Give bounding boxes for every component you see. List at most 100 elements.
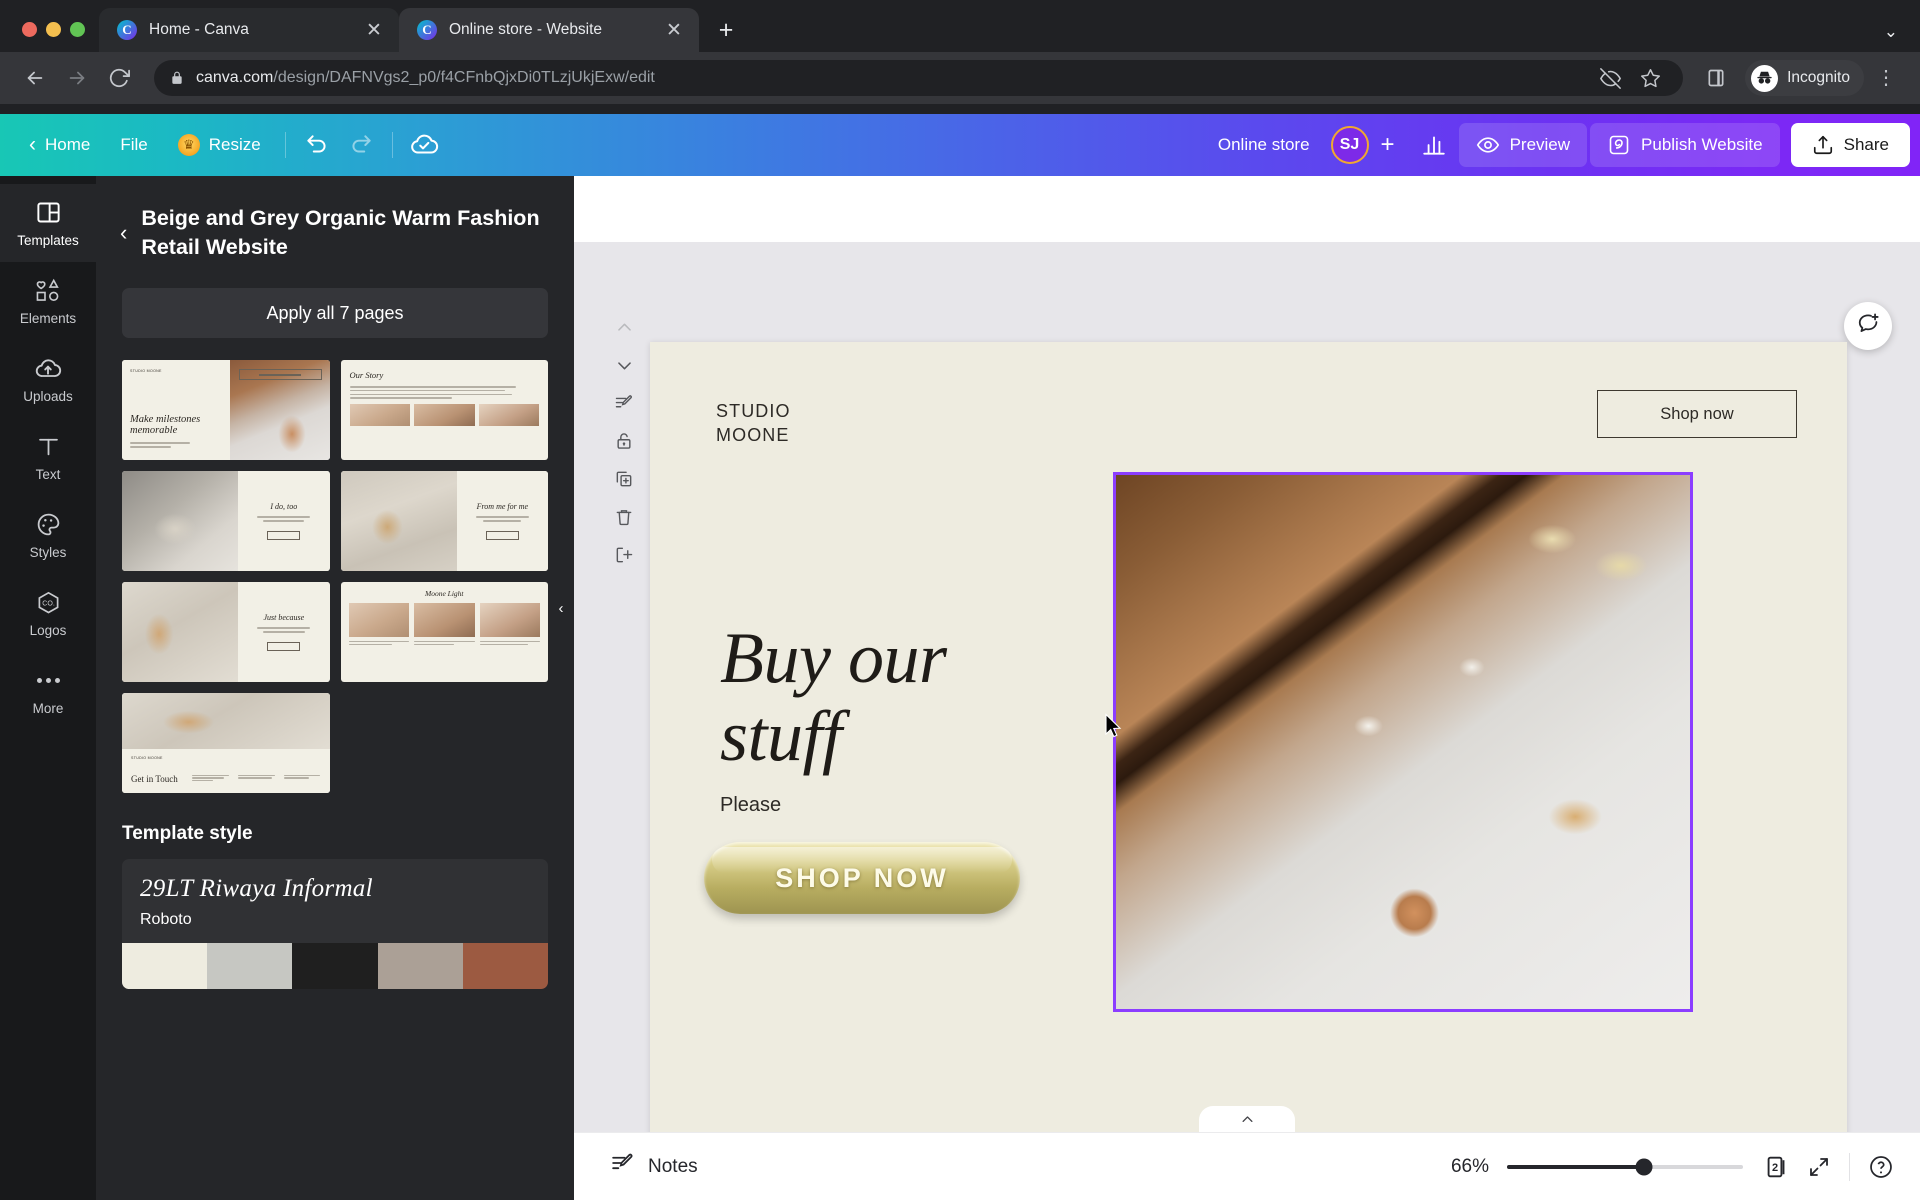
template-thumbnail-i-do-too[interactable]: I do, too <box>122 471 330 572</box>
color-swatch[interactable] <box>292 943 378 990</box>
design-page[interactable]: STUDIO MOONE Shop now Buy our stuff Plea… <box>650 342 1847 1152</box>
header-divider <box>284 132 286 158</box>
sidebar-item-more[interactable]: More <box>0 652 96 730</box>
sidebar-item-uploads[interactable]: Uploads <box>0 340 96 418</box>
thumb-heading: Our Story <box>349 370 384 381</box>
resize-label: Resize <box>208 135 261 154</box>
sidebar-item-text[interactable]: Text <box>0 418 96 496</box>
sidebar-item-logos[interactable]: CO. Logos <box>0 574 96 652</box>
uploads-icon <box>34 355 62 383</box>
invite-members-button[interactable]: + <box>1377 133 1399 157</box>
help-button[interactable] <box>1868 1154 1894 1180</box>
add-page-icon[interactable] <box>604 536 644 574</box>
reload-button[interactable] <box>100 59 138 97</box>
thumb-face <box>479 603 540 647</box>
close-window-button[interactable] <box>22 22 37 37</box>
side-panel-icon[interactable] <box>1699 61 1733 95</box>
preview-button[interactable]: Preview <box>1458 123 1588 167</box>
sidebar-item-templates[interactable]: Templates <box>0 184 96 262</box>
notes-label: Notes <box>648 1155 698 1177</box>
zoom-slider[interactable] <box>1507 1158 1743 1175</box>
page-shop-now-outline-button[interactable]: Shop now <box>1597 390 1797 438</box>
tracking-protection-icon[interactable] <box>1593 61 1627 95</box>
fullscreen-button[interactable] <box>1807 1155 1831 1179</box>
new-tab-button[interactable]: + <box>709 13 743 47</box>
color-swatch[interactable] <box>207 943 293 990</box>
add-comment-button[interactable] <box>1844 302 1892 350</box>
selected-image-frame[interactable] <box>1105 472 1693 1012</box>
zoom-slider-fill <box>1507 1164 1644 1169</box>
color-swatch[interactable] <box>122 943 208 990</box>
forward-button[interactable] <box>58 59 96 97</box>
template-thumbnail-just-because[interactable]: Just because <box>122 582 330 683</box>
design-canvas[interactable]: STUDIO MOONE Shop now Buy our stuff Plea… <box>574 242 1920 1152</box>
template-thumbnail-get-in-touch[interactable]: STUDIO MOONE Get in Touch <box>122 693 330 794</box>
file-menu-button[interactable]: File <box>105 124 162 166</box>
back-button[interactable] <box>16 59 54 97</box>
close-tab-icon[interactable]: ✕ <box>663 19 685 41</box>
thumb-heading: From me for me <box>476 502 529 512</box>
page-count-label: 2 <box>1771 1161 1779 1174</box>
scroll-to-top-tab[interactable] <box>1199 1106 1295 1132</box>
page-notes-icon[interactable] <box>604 384 644 422</box>
color-swatch[interactable] <box>462 943 548 990</box>
sidebar-item-styles[interactable]: Styles <box>0 496 96 574</box>
page-shop-now-cta-button[interactable]: SHOP NOW <box>704 842 1020 914</box>
duplicate-page-icon[interactable] <box>604 460 644 498</box>
close-tab-icon[interactable]: ✕ <box>363 19 385 41</box>
bottom-bar-divider <box>1849 1152 1850 1181</box>
tab-list-chevron-down-icon[interactable]: ⌄ <box>1884 22 1898 42</box>
page-headline[interactable]: Buy our stuff <box>720 619 947 776</box>
thumb-face <box>348 603 409 647</box>
template-style-card[interactable]: 29LT Riwaya Informal Roboto <box>122 859 548 944</box>
scroll-down-icon[interactable] <box>604 346 644 384</box>
thumb-text-pane: Just because <box>238 582 330 683</box>
browser-tab-home-canva[interactable]: C Home - Canva ✕ <box>99 8 399 52</box>
panel-header: ‹ Beige and Grey Organic Warm Fashion Re… <box>96 176 574 270</box>
delete-page-icon[interactable] <box>604 498 644 536</box>
sidebar-item-label: Logos <box>29 622 67 638</box>
sidebar-item-label: Elements <box>19 310 77 326</box>
undo-button[interactable] <box>295 124 339 166</box>
text-icon <box>35 433 62 461</box>
omnibox-actions <box>1593 61 1667 95</box>
maximize-window-button[interactable] <box>70 22 85 37</box>
share-upload-icon <box>1813 135 1832 155</box>
template-thumbnail-moone-light[interactable]: Moone Light <box>340 582 548 683</box>
collapse-panel-handle[interactable]: ‹ <box>548 538 574 678</box>
redo-button[interactable] <box>339 124 383 166</box>
lock-icon[interactable] <box>604 422 644 460</box>
page-subtext[interactable]: Please <box>720 794 781 817</box>
document-name[interactable]: Online store <box>1204 135 1324 155</box>
template-thumbnail-our-story[interactable]: Our Story <box>340 360 548 461</box>
sidebar-item-elements[interactable]: Elements <box>0 262 96 340</box>
panel-back-chevron-icon[interactable]: ‹ <box>120 204 127 244</box>
sidebar-item-label: Templates <box>17 232 79 248</box>
minimize-window-button[interactable] <box>46 22 61 37</box>
sidebar-item-label: More <box>32 700 64 716</box>
apply-all-pages-button[interactable]: Apply all 7 pages <box>122 288 548 339</box>
browser-menu-kebab-icon[interactable]: ⋮ <box>1868 68 1904 88</box>
incognito-avatar-icon <box>1751 64 1779 92</box>
share-button[interactable]: Share <box>1790 123 1910 167</box>
thumb-button-box <box>267 530 301 540</box>
profile-incognito-button[interactable]: Incognito <box>1745 60 1864 96</box>
scroll-up-icon[interactable] <box>604 308 644 346</box>
page-side-toolbar <box>604 308 644 574</box>
resize-button[interactable]: ♛ Resize <box>163 124 276 166</box>
template-thumbnail-hero[interactable]: STUDIO MOONE Make milestones memorable <box>122 360 330 461</box>
address-bar[interactable]: canva.com/design/DAFNVgs2_p0/f4CFnbQjxDi… <box>154 60 1684 96</box>
cloud-saved-icon[interactable] <box>402 124 446 166</box>
template-thumbnail-from-me-for-me[interactable]: From me for me <box>340 471 548 572</box>
notes-button[interactable]: Notes <box>600 1143 708 1190</box>
zoom-slider-knob[interactable] <box>1635 1158 1653 1175</box>
bookmark-star-icon[interactable] <box>1633 61 1667 95</box>
analytics-chart-icon[interactable] <box>1412 124 1456 166</box>
avatar[interactable]: SJ <box>1330 126 1369 164</box>
browser-tab-online-store[interactable]: C Online store - Website ✕ <box>399 8 699 52</box>
home-button[interactable]: ‹ Home <box>14 124 105 166</box>
page-manager-button[interactable]: 2 <box>1761 1153 1789 1181</box>
thumb-contact-columns <box>191 774 321 783</box>
publish-website-button[interactable]: Publish Website <box>1590 123 1780 167</box>
color-swatch[interactable] <box>377 943 463 990</box>
